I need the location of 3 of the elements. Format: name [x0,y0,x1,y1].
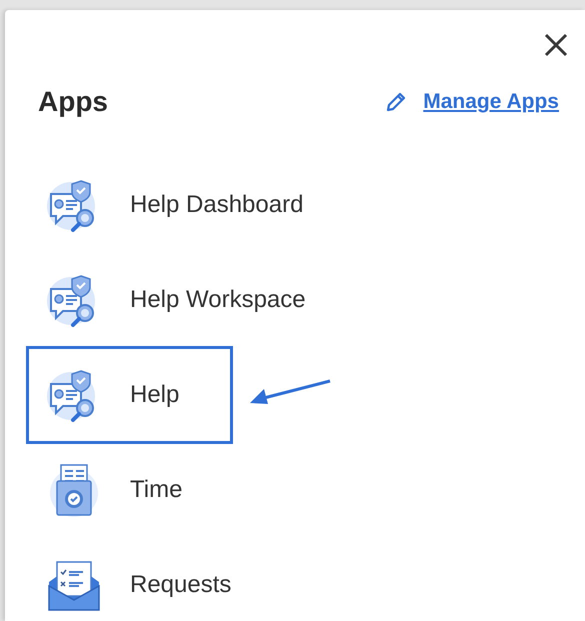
app-item[interactable]: Help [26,346,233,444]
manage-apps-link[interactable]: Manage Apps [423,90,559,114]
panel-title: Apps [38,86,108,118]
